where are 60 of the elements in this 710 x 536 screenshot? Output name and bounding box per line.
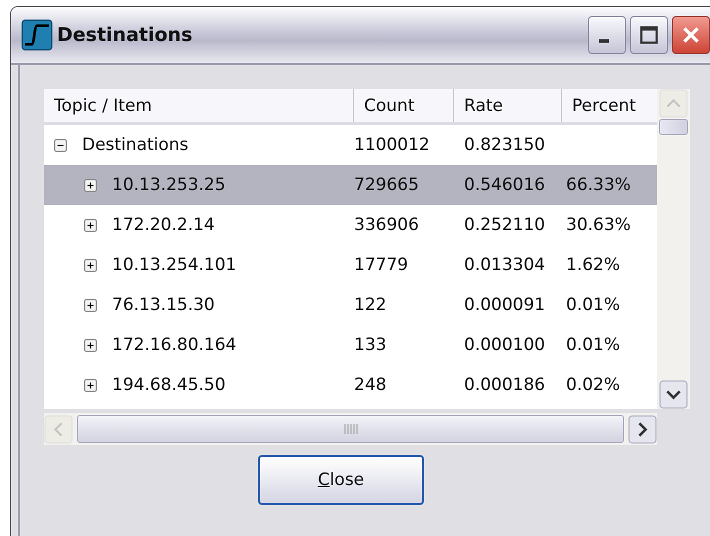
column-header[interactable]: Count	[354, 89, 454, 122]
count-cell: 729665	[354, 175, 419, 195]
column-header[interactable]: Percent	[562, 89, 657, 122]
tree-item-label: 172.20.2.14	[112, 215, 215, 235]
grip-icon	[344, 423, 358, 435]
close-button[interactable]	[672, 16, 710, 54]
tree-item-label: 10.13.253.25	[112, 175, 226, 195]
maximize-button[interactable]	[630, 16, 668, 54]
scroll-down-icon[interactable]	[659, 380, 688, 409]
minimize-button[interactable]	[588, 16, 626, 54]
percent-cell: 30.63%	[566, 215, 631, 235]
window-title: Destinations	[57, 24, 194, 46]
count-cell: 336906	[354, 215, 419, 235]
percent-cell: 0.02%	[566, 375, 620, 395]
expander-icon[interactable]	[84, 218, 97, 232]
scroll-thumb[interactable]	[77, 415, 624, 443]
rate-cell: 0.252110	[464, 215, 546, 235]
count-cell: 17779	[354, 255, 408, 275]
percent-cell: 0.01%	[566, 335, 620, 355]
column-header[interactable]: Rate	[454, 89, 562, 122]
expander-icon[interactable]	[84, 258, 97, 272]
expander-icon[interactable]	[84, 298, 97, 312]
count-cell: 122	[354, 295, 386, 315]
rate-cell: 0.823150	[464, 135, 546, 155]
tree-row[interactable]: 172.16.80.164 133 0.000100 0.01%	[44, 325, 657, 365]
percent-cell: 66.33%	[566, 175, 631, 195]
tree-row[interactable]: 172.20.2.14 336906 0.252110 30.63%	[44, 205, 657, 245]
scroll-thumb[interactable]	[659, 119, 688, 135]
tree-item-label: Destinations	[82, 135, 188, 155]
tree-row[interactable]: 194.68.45.50 248 0.000186 0.02%	[44, 365, 657, 405]
tree-row[interactable]: 10.13.254.101 17779 0.013304 1.62%	[44, 245, 657, 285]
rate-cell: 0.546016	[464, 175, 546, 195]
expander-icon[interactable]	[84, 378, 97, 392]
app-icon	[21, 19, 53, 51]
scroll-right-icon[interactable]	[628, 414, 657, 444]
horizontal-scrollbar[interactable]	[44, 413, 657, 445]
column-header[interactable]: Topic / Item	[44, 89, 354, 122]
rate-cell: 0.000091	[464, 295, 546, 315]
tree-item-label: 10.13.254.101	[112, 255, 236, 275]
tree-item-label: 194.68.45.50	[112, 375, 226, 395]
percent-cell: 1.62%	[566, 255, 620, 275]
tree-row[interactable]: 76.13.15.30 122 0.000091 0.01%	[44, 285, 657, 325]
rate-cell: 0.000100	[464, 335, 546, 355]
close-dialog-button[interactable]: Close	[258, 455, 424, 505]
expander-icon[interactable]	[84, 178, 97, 192]
rate-cell: 0.000186	[464, 375, 546, 395]
percent-cell: 0.01%	[566, 295, 620, 315]
tree-item-label: 76.13.15.30	[112, 295, 215, 315]
count-cell: 248	[354, 375, 386, 395]
maximize-icon	[638, 24, 660, 46]
count-cell: 1100012	[354, 135, 430, 155]
rate-cell: 0.013304	[464, 255, 546, 275]
tree-row[interactable]: Destinations 1100012 0.823150	[44, 125, 657, 165]
count-cell: 133	[354, 335, 386, 355]
minimize-icon	[599, 39, 609, 43]
vertical-scrollbar[interactable]	[657, 89, 690, 409]
expander-icon[interactable]	[84, 338, 97, 352]
tree-item-label: 172.16.80.164	[112, 335, 236, 355]
expander-icon[interactable]	[54, 138, 67, 152]
tree-row[interactable]: 10.13.253.25 729665 0.546016 66.33%	[44, 165, 657, 205]
